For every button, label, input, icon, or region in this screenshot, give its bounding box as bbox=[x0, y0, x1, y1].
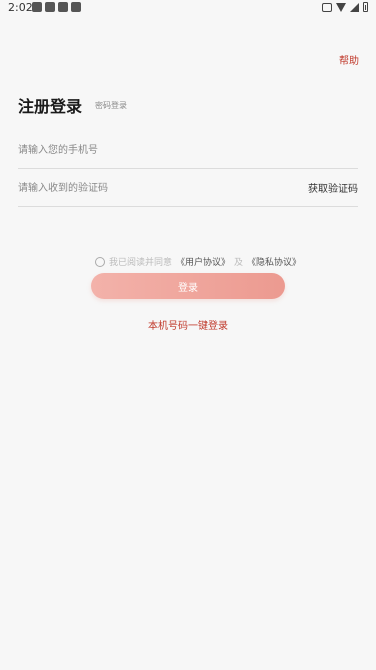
wifi-icon bbox=[336, 2, 346, 12]
privacy-policy-link[interactable]: 《隐私协议》 bbox=[247, 255, 301, 268]
user-agreement-link[interactable]: 《用户协议》 bbox=[176, 255, 230, 268]
agreement-prefix: 我已阅读并同意 bbox=[109, 258, 173, 268]
system-icons bbox=[322, 2, 368, 12]
help-link[interactable]: 帮助 bbox=[339, 52, 359, 67]
one-click-login-link[interactable]: 本机号码一键登录 bbox=[0, 317, 376, 332]
notification-app-icon bbox=[58, 2, 68, 12]
signal-icon bbox=[350, 2, 359, 12]
phone-input[interactable] bbox=[18, 138, 278, 163]
verification-code-input[interactable] bbox=[18, 176, 278, 201]
notification-icons bbox=[32, 2, 81, 12]
notification-app-icon bbox=[71, 2, 81, 12]
code-field-container: 获取验证码 bbox=[18, 176, 358, 207]
battery-icon bbox=[363, 2, 368, 12]
notification-app-icon bbox=[32, 2, 42, 12]
get-code-button[interactable]: 获取验证码 bbox=[308, 180, 358, 195]
status-bar: 2:02 bbox=[0, 0, 376, 16]
vibrate-icon bbox=[322, 2, 332, 12]
agreement-and: 及 bbox=[234, 258, 244, 268]
login-button[interactable]: 登录 bbox=[91, 273, 285, 299]
page-title: 注册登录 bbox=[18, 97, 83, 116]
password-login-link[interactable]: 密码登录 bbox=[95, 100, 127, 111]
agreement-radio[interactable] bbox=[95, 256, 105, 267]
status-time: 2:02 bbox=[8, 1, 33, 14]
notification-app-icon bbox=[45, 2, 55, 12]
phone-field-container bbox=[18, 138, 358, 169]
agreement-row: 我已阅读并同意 《用户协议》 及 《隐私协议》 bbox=[95, 255, 301, 268]
